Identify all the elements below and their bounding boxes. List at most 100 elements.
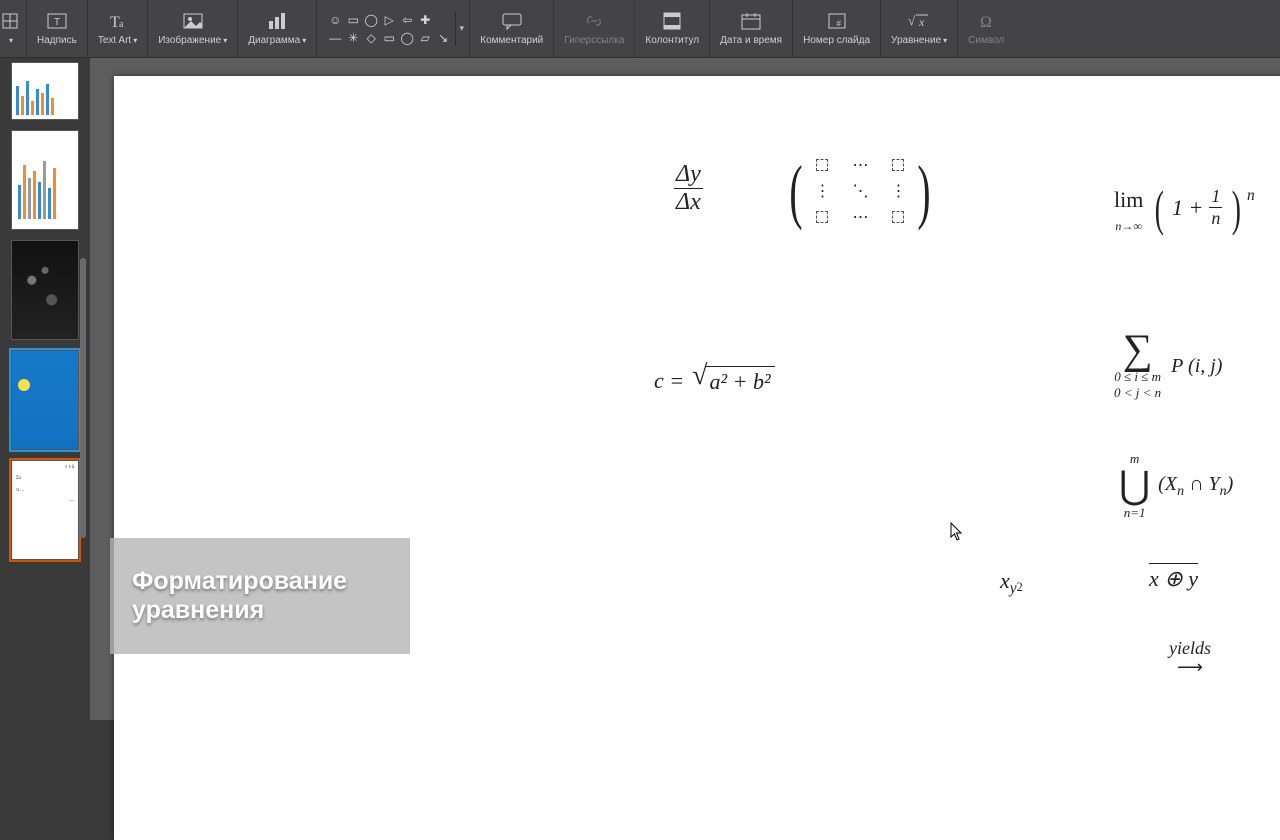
chart-label: Диаграмма (248, 35, 300, 46)
slide-thumbnails-panel: ≡ t·â Σx ∪… — (0, 58, 90, 720)
slide-thumb-photo2[interactable] (11, 350, 79, 450)
comment-button[interactable]: Комментарий (470, 0, 554, 57)
textart-button[interactable]: Ta Text Art▾ (88, 0, 148, 57)
yields-label: yields (1169, 638, 1211, 658)
sum-body: P (i, j) (1171, 355, 1222, 378)
slide-surface[interactable]: Δy Δx ( ⋯ ⋮ ⋱ ⋮ ⋯ ) (114, 76, 1280, 840)
chart-button[interactable]: Диаграмма▾ (238, 0, 317, 57)
caret-icon: ▾ (9, 36, 13, 45)
headerfooter-icon (661, 11, 683, 31)
textbox-label: Надпись (37, 35, 77, 46)
shape-smiley-icon[interactable]: ☺ (327, 12, 343, 28)
matrix-ddots: ⋱ (852, 181, 867, 201)
matrix-cell-placeholder[interactable] (816, 211, 828, 223)
matrix-cell-placeholder[interactable] (816, 159, 828, 171)
svg-text:T: T (54, 17, 60, 28)
matrix-cell-placeholder[interactable] (892, 211, 904, 223)
slide-thumb-chart2[interactable] (11, 130, 79, 230)
svg-text:x: x (918, 15, 925, 29)
slide-thumb-chart1[interactable] (11, 62, 79, 120)
group-truncated[interactable]: ▾ (0, 0, 27, 57)
paren-right: ) (1232, 186, 1241, 230)
chevron-down-icon: ▾ (943, 36, 947, 45)
xy2-sub: y (1010, 580, 1017, 597)
shape-arrow-left-icon[interactable]: ⇦ (399, 12, 415, 28)
union-bot: n=1 (1119, 505, 1150, 521)
shape-circle-icon[interactable]: ◯ (399, 30, 415, 46)
paren-left: ( (789, 155, 802, 227)
comment-label: Комментарий (480, 35, 543, 46)
textart-label: Text Art (98, 35, 131, 46)
pyth-radicand: a² + b² (706, 366, 775, 395)
table-icon (0, 11, 20, 31)
slide-thumb-photo1[interactable] (11, 240, 79, 340)
equation-matrix[interactable]: ( ⋯ ⋮ ⋱ ⋮ ⋯ ) (784, 154, 936, 228)
thumbnails-scrollbar[interactable] (78, 58, 88, 720)
datetime-button[interactable]: Дата и время (710, 0, 793, 57)
equation-pythagoras[interactable]: c = √ a² + b² (654, 366, 775, 395)
slidenum-button[interactable]: # Номер слайда (793, 0, 881, 57)
matrix-hdots: ⋯ (852, 155, 867, 175)
chevron-down-icon: ▾ (223, 36, 227, 45)
lim-exponent: n (1247, 187, 1255, 205)
matrix-grid: ⋯ ⋮ ⋱ ⋮ ⋯ (808, 154, 912, 228)
omega-icon: Ω (975, 11, 997, 31)
pyth-lhs: c = (654, 368, 684, 394)
shape-connector-icon[interactable]: ↘ (435, 30, 451, 46)
equation-subscript[interactable]: xy2 (1000, 568, 1023, 598)
lim-frac-den: n (1209, 207, 1222, 229)
matrix-vdots: ⋮ (890, 181, 905, 201)
frac-denominator: Δx (674, 188, 703, 216)
shape-ellipse-icon[interactable]: ◯ (363, 12, 379, 28)
shapes-more-button[interactable]: ▾ (455, 12, 467, 46)
shape-parallelogram-icon[interactable]: ▱ (417, 30, 433, 46)
equation-sum[interactable]: ∑ 0 ≤ i ≤ m 0 < j < n P (i, j) (1114, 331, 1222, 401)
overlay-line1: Форматирование (132, 567, 347, 595)
headerfooter-button[interactable]: Колонтитул (635, 0, 710, 57)
paren-left: ( (1155, 186, 1164, 230)
shape-line-icon[interactable]: — (327, 30, 343, 46)
frac-numerator: Δy (674, 161, 703, 188)
chart-icon (266, 11, 288, 31)
xy2-subexp: 2 (1017, 580, 1023, 594)
equation-button[interactable]: √x Уравнение▾ (881, 0, 958, 57)
thumbnails-scrollbar-thumb[interactable] (80, 258, 86, 538)
overlay-caption: Форматирование уравнения (110, 538, 410, 654)
union-icon: ⋃ (1119, 467, 1150, 505)
union-sub1: n (1177, 484, 1184, 499)
union-body-l: (X (1158, 473, 1177, 495)
textbox-button[interactable]: T Надпись (27, 0, 88, 57)
equation-yields[interactable]: yields ⟶ (1169, 638, 1211, 678)
slidenum-icon: # (826, 11, 848, 31)
equation-limit[interactable]: lim n→∞ ( 1 + 1 n ) n (1114, 181, 1255, 234)
shape-plus-icon[interactable]: ✚ (417, 12, 433, 28)
shape-callout-icon[interactable]: ▭ (381, 30, 397, 46)
equation-icon: √x (906, 11, 932, 31)
shapes-gallery[interactable]: ☺ ▭ ◯ ▷ ⇦ ✚ — ✳ ◇ ▭ ◯ ▱ ↘ ▾ (317, 0, 470, 57)
shape-star-icon[interactable]: ✳ (345, 30, 361, 46)
sum-sub2: 0 < j < n (1114, 385, 1161, 401)
overline-body: x ⊕ y (1149, 563, 1198, 591)
equation-overline[interactable]: x ⊕ y (1149, 566, 1198, 592)
lim-frac-num: 1 (1209, 186, 1222, 207)
hyperlink-label: Гиперссылка (564, 35, 624, 46)
sum-sub1: 0 ≤ i ≤ m (1114, 369, 1161, 385)
shape-diamond-icon[interactable]: ◇ (363, 30, 379, 46)
union-sub2: n (1220, 484, 1227, 499)
shapes-grid[interactable]: ☺ ▭ ◯ ▷ ⇦ ✚ — ✳ ◇ ▭ ◯ ▱ ↘ (325, 10, 453, 48)
shape-rect-icon[interactable]: ▭ (345, 12, 361, 28)
slide-thumb-equations[interactable]: ≡ t·â Σx ∪… — (11, 460, 79, 560)
image-button[interactable]: Изображение▾ (148, 0, 238, 57)
svg-text:Ω: Ω (980, 14, 992, 31)
image-label: Изображение (158, 35, 221, 46)
shape-triangle-icon[interactable]: ▷ (381, 12, 397, 28)
overlay-line2: уравнения (132, 596, 264, 624)
symbol-button: Ω Символ (958, 0, 1014, 57)
textbox-icon: T (46, 11, 68, 31)
equation-union[interactable]: m ⋃ n=1 (Xn ∩ Yn) (1119, 451, 1233, 521)
xy2-main: x (1000, 568, 1010, 593)
symbol-label: Символ (968, 35, 1004, 46)
matrix-cell-placeholder[interactable] (892, 159, 904, 171)
equation-fraction-delta[interactable]: Δy Δx (674, 161, 703, 216)
paren-right: ) (917, 155, 930, 227)
